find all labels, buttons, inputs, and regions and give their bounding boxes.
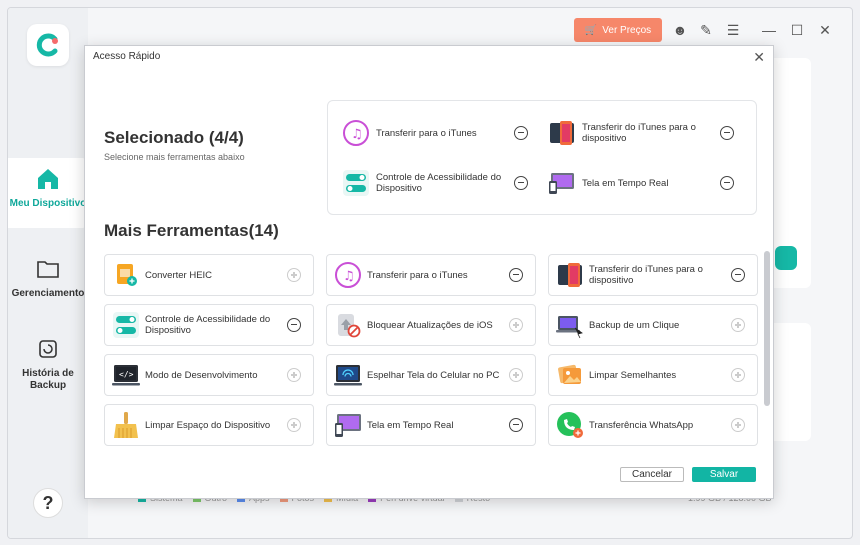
heic-icon [111,260,141,290]
home-icon [38,169,58,189]
add-tool-button[interactable] [731,418,745,432]
broom-icon [111,410,141,440]
whatsapp-icon [555,410,585,440]
sidebar: Meu Dispositivo Gerenciamento História d… [8,8,88,538]
tool-card-one-click-backup[interactable]: Backup de um Clique [548,304,758,346]
remove-tool-button[interactable] [720,176,734,190]
tool-card-mirror-phone[interactable]: Espelhar Tela do Celular no PC [326,354,536,396]
maximize-icon[interactable]: ☐ [789,22,805,38]
tool-label: Backup de um Clique [589,319,680,331]
nav-management[interactable]: Gerenciamento [8,256,88,300]
backup-history-icon [39,340,57,358]
mirror-phone-icon [333,360,363,390]
tool-card-accessibility[interactable]: Controle de Acessibilidade do Dispositiv… [104,304,314,346]
cart-icon: 🛒 [584,24,598,36]
iphone-icon [555,260,585,290]
remove-tool-button[interactable] [514,126,528,140]
tool-card-dev-mode[interactable]: </> Modo de Desenvolvimento [104,354,314,396]
tool-label: Converter HEIC [145,269,213,281]
tool-label: Controle de Acessibilidade do Dispositiv… [145,314,271,336]
tool-card-realtime-screen[interactable]: Tela em Tempo Real [326,404,536,446]
dialog-title: Acesso Rápido [93,51,161,62]
block-update-icon [333,310,363,340]
tool-label: Modo de Desenvolvimento [145,369,258,381]
remove-tool-button[interactable] [509,418,523,432]
tool-label: Transferir para o iTunes [367,269,468,281]
tool-label: Transferir do iTunes para o dispositivo [582,122,696,144]
background-action [775,246,797,270]
selected-tool: ♫ Transferir para o iTunes [342,119,542,147]
svg-text:</>: </> [119,370,134,379]
screen-mirror-icon [548,169,576,197]
remove-tool-button[interactable] [720,126,734,140]
screen-mirror-icon [333,410,363,440]
cancel-button[interactable]: Cancelar [620,467,684,482]
selected-tool: Controle de Acessibilidade do Dispositiv… [342,169,542,197]
iphone-icon [548,119,576,147]
tool-label: Limpar Semelhantes [589,369,677,381]
tool-card-converter-heic[interactable]: Converter HEIC [104,254,314,296]
view-prices-label: Ver Preços [602,24,652,36]
itunes-icon: ♫ [342,119,370,147]
add-tool-button[interactable] [509,368,523,382]
add-tool-button[interactable] [509,318,523,332]
tool-card-clean-space[interactable]: Limpar Espaço do Dispositivo [104,404,314,446]
tool-label: Bloquear Atualizações de iOS [367,319,493,331]
tool-label: Limpar Espaço do Dispositivo [145,419,271,431]
remove-tool-button[interactable] [731,268,745,282]
add-tool-button[interactable] [287,368,301,382]
backup-icon [555,310,585,340]
view-prices-button[interactable]: 🛒 Ver Preços [574,18,662,42]
selected-tool: Transferir do iTunes para o dispositivo [548,119,748,147]
help-button[interactable]: ? [33,488,63,518]
minimize-icon[interactable]: — [761,22,777,38]
nav-my-device[interactable]: Meu Dispositivo [8,158,88,228]
edit-icon[interactable]: ✎ [698,22,714,38]
dialog-scrollbar[interactable] [764,251,770,406]
close-dialog-icon[interactable]: ✕ [753,49,765,66]
tool-card-whatsapp-transfer[interactable]: Transferência WhatsApp [548,404,758,446]
selected-tool: Tela em Tempo Real [548,169,748,197]
quick-access-dialog: Acesso Rápido ✕ Selecionado (4/4) Seleci… [84,45,774,499]
selected-tools-box: ♫ Transferir para o iTunes Transferir do… [327,100,757,215]
tool-card-itunes[interactable]: ♫ Transferir para o iTunes [326,254,536,296]
nav-label: Gerenciamento [11,288,85,299]
more-tools-heading: Mais Ferramentas(14) [104,221,279,240]
add-tool-button[interactable] [287,418,301,432]
save-button[interactable]: Salvar [692,467,756,482]
tool-label: Transferir para o iTunes [376,127,477,139]
nav-backup-history[interactable]: História de Backup [8,336,88,392]
tool-card-itunes-to-device[interactable]: Transferir do iTunes para o dispositivo [548,254,758,296]
nav-label: História de Backup [22,368,74,391]
similar-photos-icon [555,360,585,390]
tool-label: Transferência WhatsApp [589,419,694,431]
itunes-icon: ♫ [333,260,363,290]
folder-icon [37,261,59,278]
user-icon[interactable]: ☻ [672,22,688,38]
tool-card-block-ios-updates[interactable]: Bloquear Atualizações de iOS [326,304,536,346]
menu-icon[interactable]: ☰ [725,22,741,38]
toggle-icon [342,169,370,197]
nav-label: Meu Dispositivo [9,198,87,209]
toggle-icon [111,310,141,340]
tool-label: Tela em Tempo Real [367,419,454,431]
add-tool-button[interactable] [287,268,301,282]
close-window-icon[interactable]: ✕ [817,22,833,38]
remove-tool-button[interactable] [509,268,523,282]
tool-label: Espelhar Tela do Celular no PC [367,369,500,381]
dev-mode-icon: </> [111,360,141,390]
add-tool-button[interactable] [731,318,745,332]
svg-text:♫: ♫ [351,127,363,142]
tool-card-clean-similar[interactable]: Limpar Semelhantes [548,354,758,396]
remove-tool-button[interactable] [287,318,301,332]
selected-heading: Selecionado (4/4) [104,128,244,147]
tool-label: Tela em Tempo Real [582,177,669,189]
selected-subtitle: Selecione mais ferramentas abaixo [104,152,245,162]
app-logo [27,24,69,66]
remove-tool-button[interactable] [514,176,528,190]
tool-label: Controle de Acessibilidade do Dispositiv… [376,172,502,194]
svg-text:♫: ♫ [343,269,355,284]
add-tool-button[interactable] [731,368,745,382]
tool-label: Transferir do iTunes para o dispositivo [589,264,703,286]
